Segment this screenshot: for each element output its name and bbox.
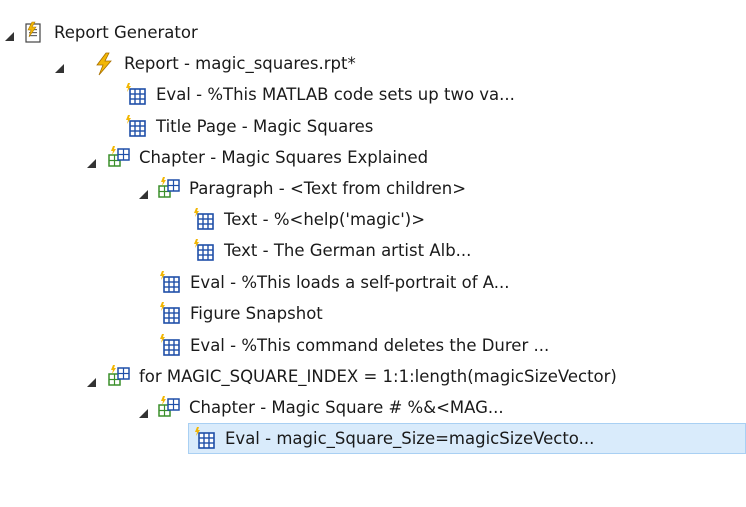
tree-node-text-help[interactable]: Text - %<help('magic')> bbox=[192, 204, 425, 235]
tree-node-label: Paragraph - <Text from children> bbox=[189, 179, 467, 198]
tree-node-report-generator[interactable]: Report Generator bbox=[22, 17, 198, 48]
report-generator-icon bbox=[22, 21, 46, 45]
component-icon bbox=[124, 114, 148, 139]
component-parent-icon bbox=[157, 395, 181, 420]
tree-node-label: Chapter - Magic Square # %&<MAG... bbox=[189, 398, 504, 417]
expand-arrow-icon[interactable] bbox=[138, 405, 150, 418]
tree-node-label: Eval - %This MATLAB code sets up two va.… bbox=[156, 85, 515, 104]
tree-node-eval-magic-square-size[interactable]: Eval - magic_Square_Size=magicSizeVecto.… bbox=[188, 423, 746, 454]
tree-node-label: Report Generator bbox=[54, 23, 198, 42]
tree-node-eval[interactable]: Eval - %This MATLAB code sets up two va.… bbox=[124, 79, 515, 110]
report-explorer-tree: Report Generator Report - magic_squares.… bbox=[0, 0, 746, 507]
tree-node-label: Title Page - Magic Squares bbox=[156, 117, 374, 136]
expand-arrow-icon[interactable] bbox=[4, 28, 16, 41]
expand-arrow-icon[interactable] bbox=[86, 155, 98, 168]
component-parent-icon bbox=[157, 176, 181, 201]
tree-node-label: Text - %<help('magic')> bbox=[224, 210, 426, 229]
tree-node-paragraph[interactable]: Paragraph - <Text from children> bbox=[157, 173, 466, 204]
component-parent-icon bbox=[107, 364, 131, 389]
tree-node-label: Report - magic_squares.rpt* bbox=[124, 54, 356, 73]
component-icon bbox=[192, 238, 216, 263]
tree-node-label: Text - The German artist Alb... bbox=[224, 241, 472, 260]
tree-node-report[interactable]: Report - magic_squares.rpt* bbox=[92, 48, 356, 79]
tree-node-text-german-artist[interactable]: Text - The German artist Alb... bbox=[192, 235, 471, 266]
component-icon bbox=[158, 270, 182, 295]
report-icon bbox=[92, 52, 116, 76]
component-parent-icon bbox=[107, 145, 131, 170]
component-icon bbox=[124, 82, 148, 107]
expand-arrow-icon[interactable] bbox=[86, 374, 98, 387]
tree-node-title-page[interactable]: Title Page - Magic Squares bbox=[124, 111, 373, 142]
component-icon bbox=[193, 426, 217, 451]
component-icon bbox=[158, 333, 182, 358]
tree-node-figure-snapshot[interactable]: Figure Snapshot bbox=[158, 298, 323, 329]
component-icon bbox=[158, 301, 182, 326]
tree-node-for-loop[interactable]: for MAGIC_SQUARE_INDEX = 1:1:length(magi… bbox=[107, 361, 617, 392]
tree-node-chapter[interactable]: Chapter - Magic Squares Explained bbox=[107, 142, 428, 173]
tree-node-label: for MAGIC_SQUARE_INDEX = 1:1:length(magi… bbox=[139, 367, 617, 386]
tree-node-chapter-magic-square[interactable]: Chapter - Magic Square # %&<MAG... bbox=[157, 392, 504, 423]
tree-node-eval-self-portrait[interactable]: Eval - %This loads a self-portrait of A.… bbox=[158, 267, 510, 298]
tree-node-label: Figure Snapshot bbox=[190, 304, 323, 323]
expand-arrow-icon[interactable] bbox=[54, 60, 66, 73]
tree-node-label: Chapter - Magic Squares Explained bbox=[139, 148, 429, 167]
tree-node-eval-deletes-durer[interactable]: Eval - %This command deletes the Durer .… bbox=[158, 330, 549, 361]
component-icon bbox=[192, 207, 216, 232]
tree-node-label: Eval - magic_Square_Size=magicSizeVecto.… bbox=[225, 429, 595, 448]
tree-node-label: Eval - %This command deletes the Durer .… bbox=[190, 336, 550, 355]
tree-node-label: Eval - %This loads a self-portrait of A.… bbox=[190, 273, 510, 292]
expand-arrow-icon[interactable] bbox=[138, 186, 150, 199]
